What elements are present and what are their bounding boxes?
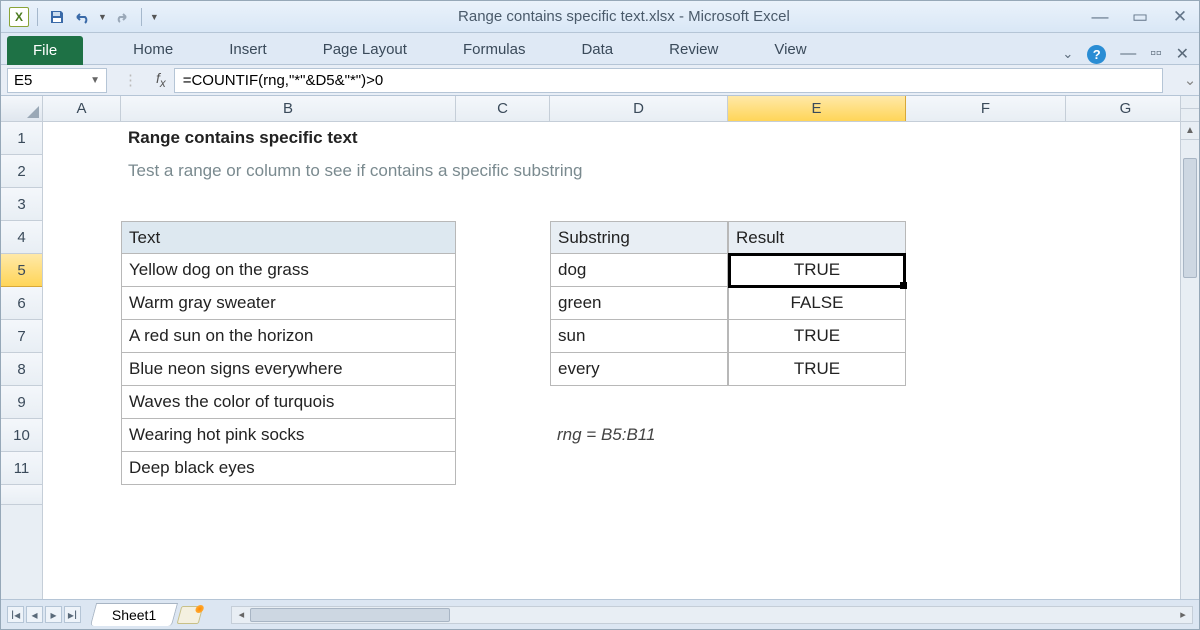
column-headers: A B C D E F G xyxy=(43,96,1199,122)
cell[interactable]: FALSE xyxy=(728,287,906,320)
vertical-split-handle[interactable] xyxy=(1180,96,1199,122)
scroll-thumb[interactable] xyxy=(1183,158,1197,278)
tab-formulas[interactable]: Formulas xyxy=(435,35,554,64)
row-header[interactable]: 11 xyxy=(1,452,42,485)
scroll-up-icon[interactable]: ▲ xyxy=(1181,122,1199,140)
cell[interactable]: A red sun on the horizon xyxy=(121,320,456,353)
select-all-corner[interactable] xyxy=(1,96,42,122)
cell[interactable]: Deep black eyes xyxy=(121,452,456,485)
ribbon-tabs: File Home Insert Page Layout Formulas Da… xyxy=(1,33,1199,65)
tab-review[interactable]: Review xyxy=(641,35,746,64)
excel-icon[interactable]: X xyxy=(9,7,29,27)
new-sheet-icon[interactable] xyxy=(177,606,204,624)
cell[interactable]: sun xyxy=(550,320,728,353)
help-icon[interactable]: ? xyxy=(1087,45,1106,64)
quick-access-toolbar: X ▼ ▼ xyxy=(9,6,159,28)
cell[interactable]: TRUE xyxy=(728,254,906,287)
formula-input[interactable]: =COUNTIF(rng,"*"&D5&"*")>0 xyxy=(174,68,1163,93)
cell[interactable]: Range contains specific text xyxy=(121,122,456,155)
cell[interactable]: dog xyxy=(550,254,728,287)
cell[interactable]: green xyxy=(550,287,728,320)
formula-text: =COUNTIF(rng,"*"&D5&"*")>0 xyxy=(183,72,384,89)
row-header[interactable]: 3 xyxy=(1,188,42,221)
next-sheet-icon[interactable]: ▸ xyxy=(45,606,62,623)
redo-icon[interactable] xyxy=(111,6,133,28)
horizontal-scrollbar[interactable]: ◂ ▸ xyxy=(231,606,1193,624)
row-header[interactable]: 5 xyxy=(1,254,42,287)
cell[interactable]: Wearing hot pink socks xyxy=(121,419,456,452)
cell[interactable]: Yellow dog on the grass xyxy=(121,254,456,287)
row-header[interactable]: 9 xyxy=(1,386,42,419)
last-sheet-icon[interactable]: ▸I xyxy=(64,606,81,623)
row-header[interactable]: 6 xyxy=(1,287,42,320)
row-header[interactable] xyxy=(1,485,42,505)
cell[interactable]: TRUE xyxy=(728,353,906,386)
col-header[interactable]: E xyxy=(728,96,906,121)
row-header[interactable]: 10 xyxy=(1,419,42,452)
cell[interactable]: Waves the color of turquois xyxy=(121,386,456,419)
prev-sheet-icon[interactable]: ◂ xyxy=(26,606,43,623)
col-header[interactable]: B xyxy=(121,96,456,121)
window-title: Range contains specific text.xlsx - Micr… xyxy=(159,8,1089,25)
first-sheet-icon[interactable]: I◂ xyxy=(7,606,24,623)
row-header[interactable]: 4 xyxy=(1,221,42,254)
cell[interactable]: rng = B5:B11 xyxy=(550,419,728,452)
close-icon[interactable]: ✕ xyxy=(1169,7,1191,27)
row-headers: 1 2 3 4 5 6 7 8 9 10 11 xyxy=(1,96,43,599)
cell[interactable]: Text xyxy=(121,221,456,254)
cell[interactable]: TRUE xyxy=(728,320,906,353)
fx-icon[interactable]: fx xyxy=(148,70,174,90)
cell[interactable]: Substring xyxy=(550,221,728,254)
cell[interactable]: Result xyxy=(728,221,906,254)
ribbon-restore-icon[interactable]: ▫▫ xyxy=(1150,45,1161,63)
vertical-scrollbar[interactable]: ▲ xyxy=(1180,122,1199,599)
cell[interactable]: Blue neon signs everywhere xyxy=(121,353,456,386)
col-header[interactable]: G xyxy=(1066,96,1186,121)
row-header[interactable]: 7 xyxy=(1,320,42,353)
minimize-icon[interactable]: — xyxy=(1089,7,1111,27)
ribbon-options-icon[interactable]: ⌄ xyxy=(1062,46,1073,62)
save-icon[interactable] xyxy=(46,6,68,28)
cell[interactable]: Warm gray sweater xyxy=(121,287,456,320)
chevron-down-icon[interactable]: ▼ xyxy=(90,75,100,86)
scroll-right-icon[interactable]: ▸ xyxy=(1174,608,1192,621)
cell[interactable]: Test a range or column to see if contain… xyxy=(121,155,456,188)
row-header[interactable]: 8 xyxy=(1,353,42,386)
tab-view[interactable]: View xyxy=(746,35,834,64)
col-header[interactable]: C xyxy=(456,96,550,121)
tab-home[interactable]: Home xyxy=(105,35,201,64)
tab-data[interactable]: Data xyxy=(553,35,641,64)
maximize-icon[interactable]: ▭ xyxy=(1129,7,1151,27)
name-box[interactable]: E5 ▼ xyxy=(7,68,107,93)
sheet-tab-bar: I◂ ◂ ▸ ▸I Sheet1 ◂ ▸ xyxy=(1,599,1199,629)
row-header[interactable]: 2 xyxy=(1,155,42,188)
ribbon-close-icon[interactable]: ✕ xyxy=(1176,44,1189,64)
grid[interactable]: Range contains specific text Test a rang… xyxy=(43,122,1199,505)
tab-page-layout[interactable]: Page Layout xyxy=(295,35,435,64)
scroll-thumb[interactable] xyxy=(250,608,450,622)
scroll-left-icon[interactable]: ◂ xyxy=(232,608,250,621)
sheet-tab-label: Sheet1 xyxy=(112,607,156,623)
row-header[interactable]: 1 xyxy=(1,122,42,155)
col-header[interactable]: F xyxy=(906,96,1066,121)
name-box-value: E5 xyxy=(14,72,32,89)
formula-expand-icon[interactable]: ⌄ xyxy=(1181,71,1199,89)
file-tab[interactable]: File xyxy=(7,36,83,65)
cell[interactable]: every xyxy=(550,353,728,386)
sheet-tab[interactable]: Sheet1 xyxy=(90,603,179,626)
col-header[interactable]: A xyxy=(43,96,121,121)
undo-icon[interactable] xyxy=(72,6,94,28)
formula-bar: E5 ▼ ⋮ fx =COUNTIF(rng,"*"&D5&"*")>0 ⌄ xyxy=(1,65,1199,96)
col-header[interactable]: D xyxy=(550,96,728,121)
tab-insert[interactable]: Insert xyxy=(201,35,295,64)
title-bar: X ▼ ▼ Range contains specific text.xlsx … xyxy=(1,1,1199,33)
ribbon-minimize-icon[interactable]: — xyxy=(1120,45,1136,63)
namebox-handle-icon[interactable]: ⋮ xyxy=(123,71,138,89)
